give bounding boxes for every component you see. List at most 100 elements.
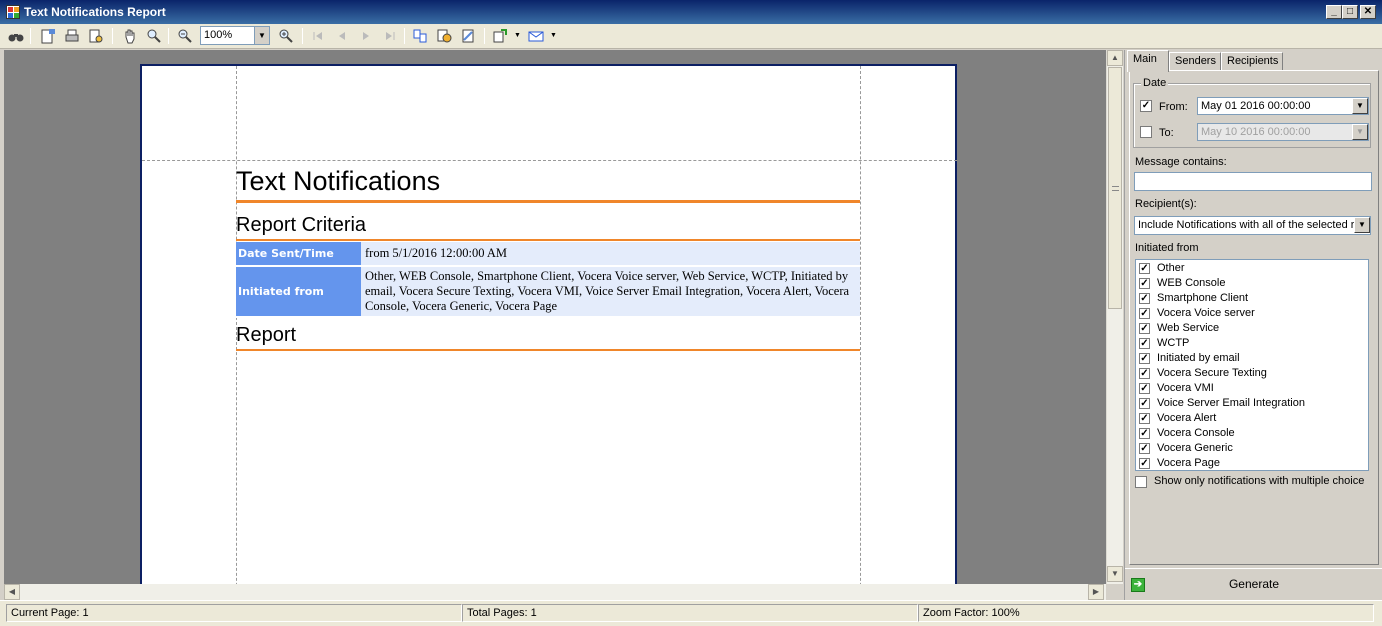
to-date-value: May 10 2016 00:00:00 — [1201, 126, 1311, 138]
criteria-value: Other, WEB Console, Smartphone Client, V… — [361, 266, 860, 318]
email-dropdown-icon[interactable]: ▼ — [550, 32, 557, 39]
chevron-down-icon[interactable]: ▼ — [1352, 124, 1368, 140]
item-checkbox[interactable]: ✓ — [1139, 338, 1150, 349]
status-bar: Current Page: 1 Total Pages: 1 Zoom Fact… — [0, 600, 1382, 626]
list-item-label: WEB Console — [1157, 277, 1226, 289]
list-item-label: Initiated by email — [1157, 352, 1240, 364]
last-page-icon[interactable] — [380, 27, 400, 45]
filter-panel: Main Senders Recipients Date ✓ From: May… — [1124, 50, 1382, 600]
chevron-down-icon[interactable]: ▼ — [1354, 217, 1370, 233]
criteria-underline — [236, 239, 860, 241]
recipients-value: Include Notifications with all of the se… — [1138, 219, 1361, 231]
scroll-right-icon[interactable]: ▶ — [1088, 584, 1104, 600]
criteria-table: Date Sent/Time from 5/1/2016 12:00:00 AM… — [236, 242, 860, 318]
initiated-from-list[interactable]: ✓ Other ✓ WEB Console ✓ Smartphone Client ✓ Voc… — [1135, 259, 1369, 471]
horizontal-scrollbar[interactable]: ◀ ▶ — [4, 584, 1106, 600]
initiated-label: Initiated from — [1135, 242, 1199, 254]
scroll-left-icon[interactable]: ◀ — [4, 584, 20, 600]
list-item-label: Other — [1157, 262, 1185, 274]
item-checkbox[interactable]: ✓ — [1139, 443, 1150, 454]
criteria-label: Date Sent/Time — [236, 242, 361, 267]
item-checkbox[interactable]: ✓ — [1139, 458, 1150, 469]
report-heading: Report — [236, 324, 297, 346]
find-icon[interactable] — [6, 27, 26, 45]
list-item-label: Vocera VMI — [1157, 382, 1214, 394]
item-checkbox[interactable]: ✓ — [1139, 263, 1150, 274]
vertical-scrollbar[interactable]: ▲ ▼ — [1106, 50, 1123, 584]
preview-toolbar: 100% ▼ ▼ ▼ — [0, 24, 1382, 49]
multi-page-icon[interactable] — [410, 27, 430, 45]
from-date-value: May 01 2016 00:00:00 — [1201, 100, 1311, 112]
tab-recipients[interactable]: Recipients — [1221, 52, 1283, 70]
item-checkbox[interactable]: ✓ — [1139, 413, 1150, 424]
chevron-down-icon[interactable]: ▼ — [254, 27, 269, 44]
item-checkbox[interactable]: ✓ — [1139, 353, 1150, 364]
minimize-button[interactable]: _ — [1326, 5, 1342, 19]
chevron-down-icon[interactable]: ▼ — [1352, 98, 1368, 114]
report-title: Text Notifications — [236, 166, 441, 196]
close-button[interactable]: ✕ — [1360, 5, 1376, 19]
maximize-button[interactable]: □ — [1342, 5, 1358, 19]
criteria-heading: Report Criteria — [236, 214, 367, 236]
item-checkbox[interactable]: ✓ — [1139, 398, 1150, 409]
item-checkbox[interactable]: ✓ — [1139, 308, 1150, 319]
report-preview-area[interactable]: Text Notifications Report Criteria Date … — [4, 50, 1106, 584]
list-item-label: Vocera Generic — [1157, 442, 1233, 454]
generate-label: Generate — [1228, 577, 1280, 591]
export-dropdown-icon[interactable]: ▼ — [514, 32, 521, 39]
zoom-select[interactable]: 100% ▼ — [200, 26, 270, 45]
item-checkbox[interactable]: ✓ — [1139, 368, 1150, 379]
scroll-thumb[interactable] — [1108, 67, 1122, 309]
hand-tool-icon[interactable] — [120, 27, 140, 45]
date-group-label: Date — [1141, 77, 1169, 89]
zoom-in-icon[interactable] — [276, 27, 296, 45]
zoom-value: 100% — [204, 29, 233, 41]
scroll-down-icon[interactable]: ▼ — [1107, 566, 1123, 582]
to-date-picker[interactable]: May 10 2016 00:00:00 ▼ — [1197, 123, 1369, 141]
item-checkbox[interactable]: ✓ — [1139, 383, 1150, 394]
export-icon[interactable] — [490, 27, 510, 45]
zoom-factor-status: Zoom Factor: 100% — [918, 604, 1374, 622]
message-input[interactable] — [1134, 172, 1372, 191]
from-date-picker[interactable]: May 01 2016 00:00:00 ▼ — [1197, 97, 1369, 115]
item-checkbox[interactable]: ✓ — [1139, 278, 1150, 289]
from-checkbox[interactable]: ✓ — [1140, 100, 1152, 112]
print-preview-icon[interactable] — [86, 27, 106, 45]
scroll-up-icon[interactable]: ▲ — [1107, 50, 1123, 66]
list-item-label: Vocera Voice server — [1157, 307, 1255, 319]
item-checkbox[interactable]: ✓ — [1139, 293, 1150, 304]
report-app-icon — [6, 5, 20, 19]
from-label: From: — [1159, 101, 1188, 113]
tab-main[interactable]: Main — [1127, 50, 1169, 72]
prev-page-icon[interactable] — [332, 27, 352, 45]
next-page-icon[interactable] — [356, 27, 376, 45]
to-checkbox[interactable] — [1140, 126, 1152, 138]
list-item-label: WCTP — [1157, 337, 1190, 349]
recipients-label: Recipient(s): — [1135, 198, 1197, 210]
report-underline — [236, 349, 860, 351]
item-checkbox[interactable]: ✓ — [1139, 428, 1150, 439]
multiple-choice-checkbox[interactable] — [1135, 476, 1147, 488]
to-label: To: — [1159, 127, 1174, 139]
current-page-status: Current Page: 1 — [6, 604, 462, 622]
list-item-label: Smartphone Client — [1157, 292, 1249, 304]
check-icon: ✓ — [1141, 100, 1151, 111]
page-setup-icon[interactable] — [38, 27, 58, 45]
zoom-out-icon[interactable] — [175, 27, 195, 45]
list-item-label: Voice Server Email Integration — [1157, 397, 1305, 409]
tab-senders[interactable]: Senders — [1169, 52, 1221, 70]
title-bar: Text Notifications Report _ □ ✕ — [0, 0, 1382, 24]
criteria-label: Initiated from — [236, 266, 361, 318]
color-icon[interactable] — [434, 27, 454, 45]
title-underline — [236, 200, 860, 203]
item-checkbox[interactable]: ✓ — [1139, 323, 1150, 334]
email-icon[interactable] — [526, 27, 546, 45]
window-title: Text Notifications Report — [24, 5, 166, 19]
print-icon[interactable] — [62, 27, 82, 45]
watermark-icon[interactable] — [458, 27, 478, 45]
magnifier-icon[interactable] — [144, 27, 164, 45]
first-page-icon[interactable] — [308, 27, 328, 45]
list-item-label: Vocera Alert — [1157, 412, 1217, 424]
generate-button[interactable]: ➔ Generate — [1125, 568, 1382, 598]
recipients-select[interactable]: Include Notifications with all of the se… — [1134, 216, 1371, 235]
